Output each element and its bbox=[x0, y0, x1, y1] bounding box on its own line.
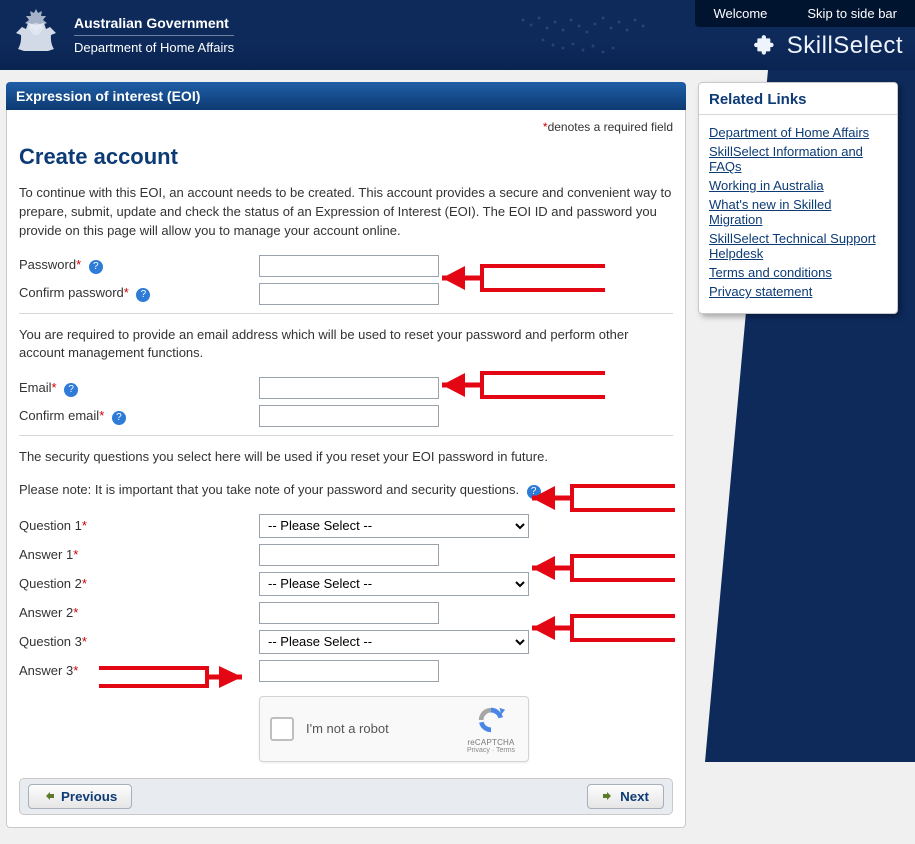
aus-coat-of-arms-icon bbox=[8, 7, 64, 63]
help-icon[interactable]: ? bbox=[64, 383, 78, 397]
recaptcha-icon bbox=[476, 723, 506, 738]
related-link[interactable]: SkillSelect Technical Support Helpdesk bbox=[709, 231, 876, 261]
top-links: Welcome Skip to side bar bbox=[695, 0, 915, 27]
related-links-list: Department of Home Affairs SkillSelect I… bbox=[699, 115, 897, 313]
help-icon[interactable]: ? bbox=[89, 260, 103, 274]
intro-paragraph: To continue with this EOI, an account ne… bbox=[19, 184, 673, 241]
brand-text: SkillSelect bbox=[787, 32, 903, 60]
recaptcha-legal: Privacy · Terms bbox=[464, 747, 518, 754]
recaptcha-brand: reCAPTCHA bbox=[464, 738, 518, 747]
gov-department: Department of Home Affairs bbox=[74, 35, 234, 55]
previous-button[interactable]: Previous bbox=[28, 784, 132, 809]
help-icon[interactable]: ? bbox=[136, 288, 150, 302]
security-section-intro: The security questions you select here w… bbox=[19, 448, 673, 467]
confirm-password-input[interactable] bbox=[259, 283, 439, 305]
arrow-right-icon bbox=[602, 790, 614, 802]
brand: SkillSelect bbox=[753, 32, 903, 60]
skip-link[interactable]: Skip to side bar bbox=[807, 6, 897, 21]
button-bar: Previous Next bbox=[19, 778, 673, 815]
email-input[interactable] bbox=[259, 377, 439, 399]
related-link[interactable]: Terms and conditions bbox=[709, 265, 832, 280]
label-email: Email* ? bbox=[19, 380, 259, 397]
label-question3: Question 3* bbox=[19, 634, 259, 649]
help-icon[interactable]: ? bbox=[112, 411, 126, 425]
answer2-input[interactable] bbox=[259, 602, 439, 624]
email-section-intro: You are required to provide an email add… bbox=[19, 326, 673, 364]
label-answer2: Answer 2* bbox=[19, 605, 259, 620]
related-link[interactable]: Privacy statement bbox=[709, 284, 812, 299]
confirm-email-input[interactable] bbox=[259, 405, 439, 427]
recaptcha-label: I'm not a robot bbox=[306, 721, 389, 736]
label-confirm-email: Confirm email* ? bbox=[19, 408, 259, 425]
question3-select[interactable]: -- Please Select -- bbox=[259, 630, 529, 654]
related-links-panel: Related Links Department of Home Affairs… bbox=[698, 82, 898, 314]
recaptcha-checkbox[interactable] bbox=[270, 717, 294, 741]
question2-select[interactable]: -- Please Select -- bbox=[259, 572, 529, 596]
question1-select[interactable]: -- Please Select -- bbox=[259, 514, 529, 538]
world-map-decoration-icon bbox=[503, 0, 703, 70]
next-button[interactable]: Next bbox=[587, 784, 664, 809]
label-question2: Question 2* bbox=[19, 576, 259, 591]
label-answer1: Answer 1* bbox=[19, 547, 259, 562]
answer1-input[interactable] bbox=[259, 544, 439, 566]
answer3-input[interactable] bbox=[259, 660, 439, 682]
label-password: Password* ? bbox=[19, 257, 259, 274]
related-link[interactable]: SkillSelect Information and FAQs bbox=[709, 144, 863, 174]
related-link[interactable]: What's new in Skilled Migration bbox=[709, 197, 831, 227]
password-input[interactable] bbox=[259, 255, 439, 277]
related-links-title: Related Links bbox=[699, 83, 897, 115]
top-bar: Australian Government Department of Home… bbox=[0, 0, 915, 70]
help-icon[interactable]: ? bbox=[527, 485, 541, 499]
related-link[interactable]: Department of Home Affairs bbox=[709, 125, 869, 140]
required-note: *denotes a required field bbox=[19, 114, 673, 136]
page-heading: Create account bbox=[19, 144, 673, 170]
welcome-link[interactable]: Welcome bbox=[713, 6, 767, 21]
label-confirm-password: Confirm password* ? bbox=[19, 285, 259, 302]
label-question1: Question 1* bbox=[19, 518, 259, 533]
puzzle-icon bbox=[753, 33, 779, 59]
related-link[interactable]: Working in Australia bbox=[709, 178, 824, 193]
panel-title: Expression of interest (EOI) bbox=[6, 82, 686, 110]
label-answer3: Answer 3* bbox=[19, 663, 259, 678]
panel-body: *denotes a required field Create account… bbox=[6, 110, 686, 828]
security-section-note: Please note: It is important that you ta… bbox=[19, 481, 673, 500]
recaptcha-widget: I'm not a robot reCAPTCHA bbox=[259, 696, 529, 762]
gov-name: Australian Government bbox=[74, 15, 234, 31]
arrow-left-icon bbox=[43, 790, 55, 802]
